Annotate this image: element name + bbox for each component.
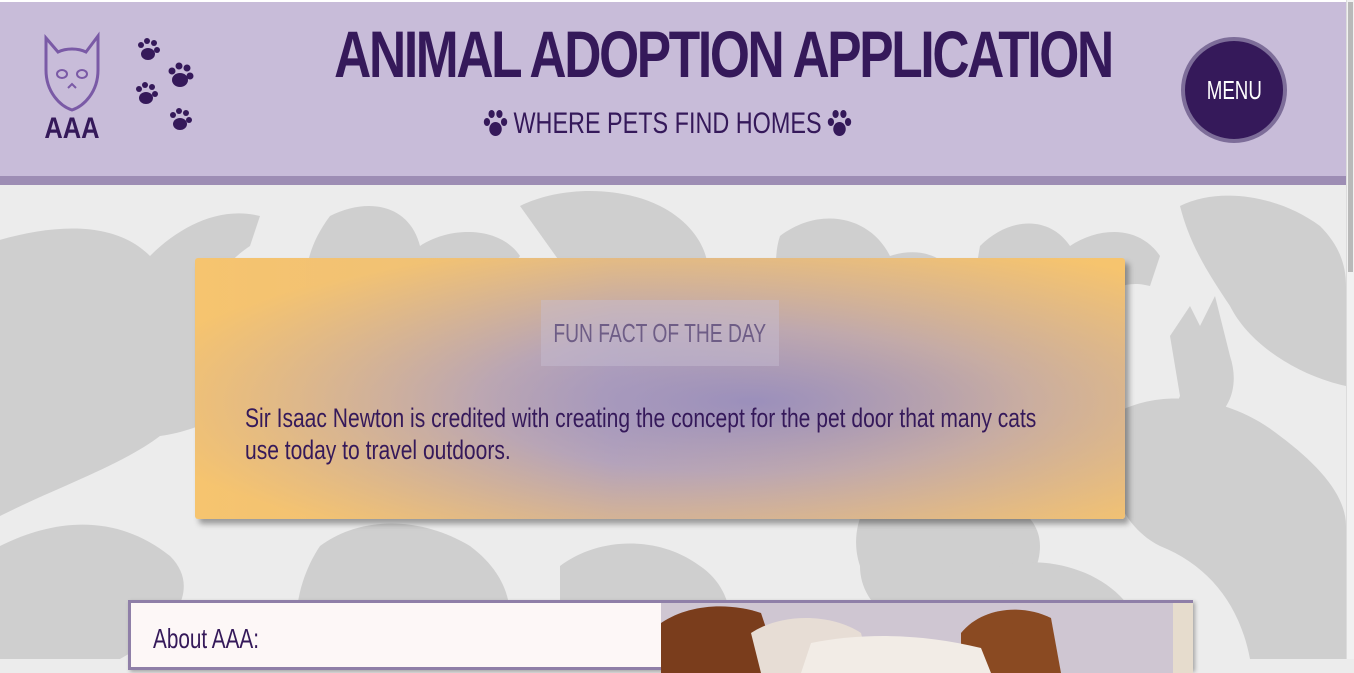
site-header: AAA ANIMAL ADOPTION APPLICATION WHERE PE… [0, 0, 1346, 176]
fun-fact-card: FUN FACT OF THE DAY Sir Isaac Newton is … [195, 258, 1125, 519]
paw-icon [828, 110, 852, 136]
page-title: ANIMAL ADOPTION APPLICATION [334, 17, 1114, 91]
fun-fact-text: Sir Isaac Newton is credited with creati… [245, 403, 1037, 465]
menu-button[interactable]: MENU [1181, 37, 1287, 143]
pet-photo [661, 603, 1193, 673]
logo-text: AAA [44, 111, 99, 142]
about-section: About AAA: [128, 600, 1193, 673]
page-scrollbar[interactable] [1346, 0, 1354, 659]
about-title: About AAA: [153, 623, 259, 654]
scrollbar-thumb[interactable] [1348, 2, 1353, 272]
tagline-text: WHERE PETS FIND HOMES [513, 107, 823, 140]
fun-fact-heading-text: FUN FACT OF THE DAY [553, 317, 767, 348]
cat-logo-icon[interactable]: AAA [38, 30, 106, 144]
header-divider [0, 176, 1346, 185]
fun-fact-heading: FUN FACT OF THE DAY [541, 300, 779, 366]
paw-prints-icon [130, 32, 210, 132]
menu-button-label: MENU [1206, 74, 1262, 105]
paw-icon [484, 110, 508, 136]
tagline: WHERE PETS FIND HOMES [240, 107, 1096, 147]
